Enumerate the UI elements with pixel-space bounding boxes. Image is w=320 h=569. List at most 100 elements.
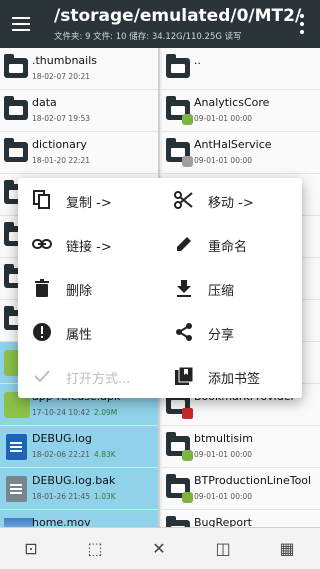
compare-icon[interactable]: ◫	[214, 540, 232, 558]
file-row[interactable]: AnalyticsCore 09-01-01 00:00	[162, 90, 320, 132]
menu-item-add-bookmark[interactable]: 添加书签	[160, 354, 302, 398]
file-size: 2.09M	[94, 408, 118, 417]
close-icon[interactable]: ✕	[150, 540, 168, 558]
file-name: dictionary	[32, 138, 87, 151]
file-name: AntHalService	[194, 138, 272, 151]
file-meta: 09-01-01 00:00	[194, 114, 253, 123]
android-badge-icon	[182, 114, 193, 125]
file-meta: 18-02-06 22:21 4.83K	[32, 450, 116, 459]
folder-icon	[166, 54, 192, 82]
menu-item-delete[interactable]: 删除	[18, 266, 160, 310]
file-meta: 18-01-26 21:45 1.03K	[32, 492, 116, 501]
folder-shape	[166, 54, 190, 78]
menu-item-open-with: 打开方式...	[18, 354, 160, 398]
menu-item-label: 分享	[208, 328, 235, 343]
copy-icon	[33, 190, 50, 209]
folder-icon	[166, 138, 193, 167]
file-row[interactable]: .thumbnails 18-02-07 20:21	[0, 48, 158, 90]
folder-icon	[4, 138, 30, 166]
file-meta: 09-01-01 00:00	[194, 492, 253, 501]
file-row[interactable]: DEBUG.log.bak 18-01-26 21:45 1.03K	[0, 468, 158, 510]
storage-info: 文件夹: 9 文件: 10 储存: 34.12G/110.25G 读写	[54, 32, 242, 42]
bottom-toolbar: ⊡ ⬚ ✕ ◫ ▦	[0, 527, 320, 569]
menu-item-move[interactable]: 移动 ->	[160, 178, 302, 222]
menu-item-link[interactable]: 链接 ->	[18, 222, 160, 266]
menu-item-label: 链接 ->	[66, 240, 112, 255]
file-row[interactable]: home.mov17-06-08 22:5810.95M	[0, 510, 158, 527]
menu-item-copy[interactable]: 复制 ->	[18, 178, 160, 222]
file-name: DEBUG.log	[32, 432, 92, 445]
file-name: BTProductionLineTool	[194, 474, 312, 487]
file-date: 18-01-20 22:21	[32, 156, 91, 165]
menu-item-label: 打开方式...	[66, 372, 131, 387]
trash-icon	[35, 279, 49, 297]
file-row[interactable]: btmultisim 09-01-01 00:00	[162, 426, 320, 468]
hamburger-menu-icon[interactable]	[8, 11, 34, 37]
context-menu: 复制 -> 移动 -> 链接 -> 重命名 删除 压缩 属性 分享 打开方式..…	[18, 178, 302, 398]
file-name: ..	[194, 54, 201, 67]
menu-item-label: 添加书签	[208, 372, 261, 387]
select-range-icon[interactable]: ⬚	[86, 540, 104, 558]
file-date: 18-02-07 20:21	[32, 72, 91, 81]
download-icon	[177, 280, 191, 297]
menu-item-properties[interactable]: 属性	[18, 310, 160, 354]
scissors-icon	[174, 191, 193, 209]
file-name: DEBUG.log.bak	[32, 474, 116, 487]
folder-shape	[4, 96, 28, 120]
app-badge-icon	[182, 408, 193, 419]
menu-item-compress[interactable]: 压缩	[160, 266, 302, 310]
doc-shape	[6, 476, 27, 502]
document-icon	[4, 434, 30, 460]
folder-icon	[166, 516, 192, 527]
file-name: data	[32, 96, 57, 109]
file-name: AnalyticsCore	[194, 96, 270, 109]
file-date: 18-01-26 21:45	[32, 492, 91, 501]
menu-item-label: 移动 ->	[208, 196, 254, 211]
file-row[interactable]: BugReport09-01-01 00:00	[162, 510, 320, 527]
folder-icon	[166, 432, 193, 461]
file-row[interactable]: AntHalService 09-01-01 00:00	[162, 132, 320, 174]
more-options-icon[interactable]	[298, 14, 306, 34]
menu-item-label: 压缩	[208, 284, 235, 299]
file-meta: 09-01-01 00:00	[194, 450, 253, 459]
file-date: 17-10-24 10:42	[32, 408, 91, 417]
android-badge-icon	[182, 450, 193, 461]
file-meta: 18-01-20 22:21	[32, 156, 94, 165]
video-thumbnail-icon	[4, 518, 34, 527]
file-meta: 17-10-24 10:42 2.09M	[32, 408, 117, 417]
file-row[interactable]: DEBUG.log 18-02-06 22:21 4.83K	[0, 426, 158, 468]
pencil-icon	[177, 237, 191, 251]
menu-item-label: 复制 ->	[66, 196, 112, 211]
folder-icon	[4, 96, 30, 124]
invert-selection-icon[interactable]: ▦	[278, 540, 296, 558]
android-badge-icon	[182, 492, 193, 503]
folder-shape	[4, 54, 28, 78]
photo-shape	[4, 518, 34, 527]
app-bar: /storage/emulated/0/MT2/ 文件夹: 9 文件: 10 储…	[0, 0, 320, 48]
file-size: 1.03K	[94, 492, 116, 501]
menu-item-share[interactable]: 分享	[160, 310, 302, 354]
file-meta: 18-02-07 19:53	[32, 114, 94, 123]
folder-icon	[4, 54, 30, 82]
current-path[interactable]: /storage/emulated/0/MT2/	[54, 6, 301, 26]
file-name: home.mov	[32, 516, 91, 527]
select-all-icon[interactable]: ⊡	[22, 540, 40, 558]
app-badge-icon	[182, 156, 193, 167]
info-icon	[33, 323, 51, 341]
file-meta: 18-02-07 20:21	[32, 72, 94, 81]
bookmarks-icon	[175, 366, 194, 385]
file-row[interactable]: BTProductionLineTool 09-01-01 00:00	[162, 468, 320, 510]
menu-item-label: 重命名	[208, 240, 248, 255]
file-size: 4.83K	[94, 450, 116, 459]
link-icon	[32, 239, 52, 249]
file-row[interactable]: dictionary 18-01-20 22:21	[0, 132, 158, 174]
menu-item-label: 属性	[66, 328, 93, 343]
folder-shape	[4, 138, 28, 162]
folder-icon	[166, 96, 193, 125]
menu-item-rename[interactable]: 重命名	[160, 222, 302, 266]
file-row[interactable]: data 18-02-07 19:53	[0, 90, 158, 132]
file-row[interactable]: ..	[162, 48, 320, 90]
file-date: 18-02-07 19:53	[32, 114, 91, 123]
menu-item-label: 删除	[66, 284, 93, 299]
folder-shape	[166, 516, 190, 527]
